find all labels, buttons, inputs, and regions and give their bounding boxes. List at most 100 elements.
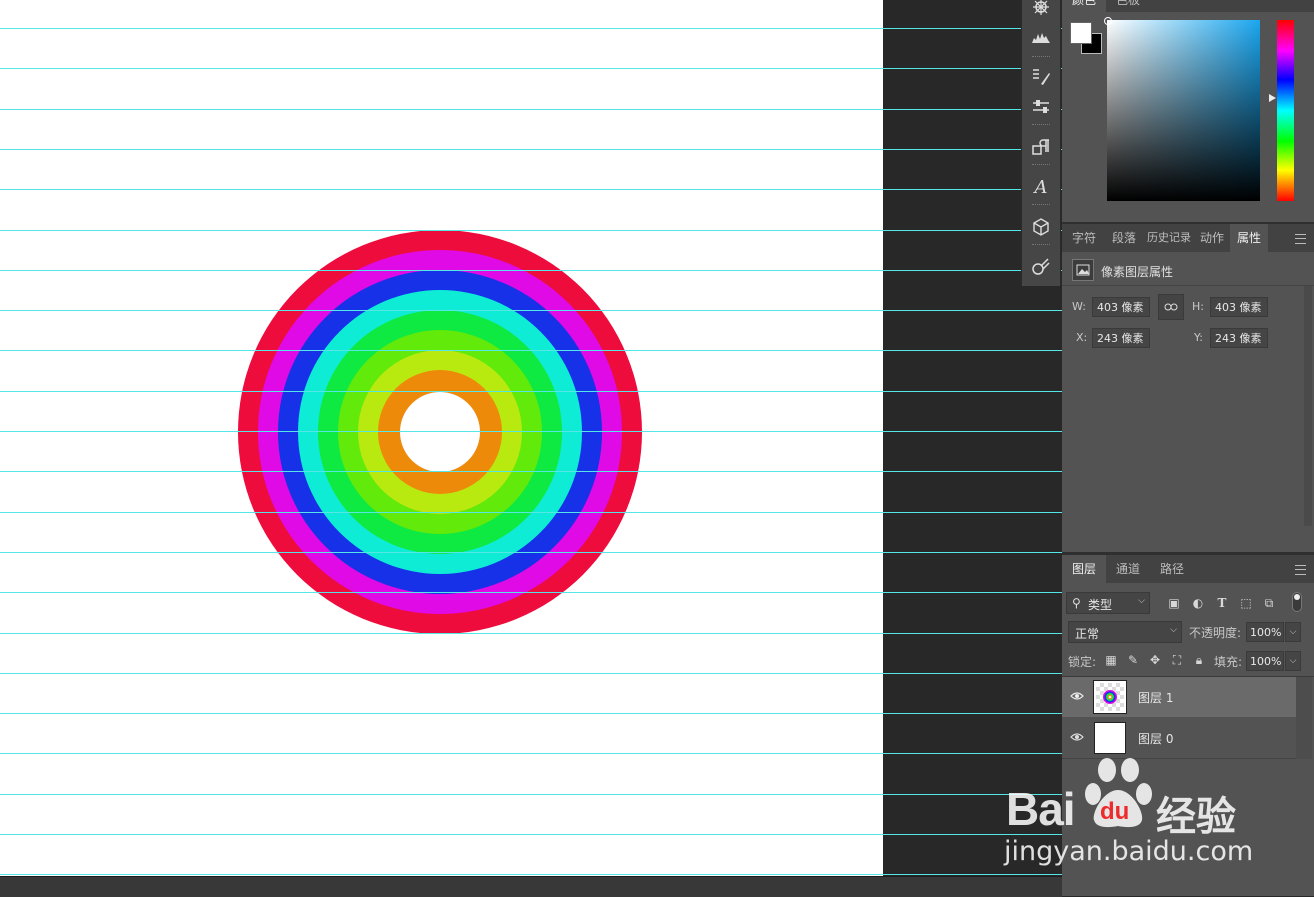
watermark-brand: 经验	[1156, 794, 1236, 840]
horizontal-guide[interactable]	[0, 108, 1062, 110]
horizontal-guide[interactable]	[0, 229, 1062, 231]
lock-label: 锁定:	[1068, 655, 1097, 669]
layer-thumbnail	[1094, 681, 1126, 713]
panel-menu-icon[interactable]	[1295, 234, 1306, 244]
horizontal-guide[interactable]	[0, 269, 1062, 271]
ring-center-hole	[400, 392, 480, 472]
chevron-down-icon: ⌵	[1170, 625, 1177, 635]
tab-swatches[interactable]: 色板	[1106, 0, 1150, 12]
tab-paths[interactable]: 路径	[1150, 555, 1194, 583]
horizontal-guide[interactable]	[0, 310, 1062, 312]
x-label: X:	[1076, 331, 1088, 344]
watermark-du: du	[1100, 798, 1130, 825]
horizontal-guide[interactable]	[0, 68, 1062, 70]
visibility-eye-icon[interactable]	[1070, 691, 1084, 701]
layer-filter-value: 类型	[1088, 598, 1113, 612]
shape-filter-icon[interactable]: ⬚	[1238, 595, 1254, 611]
color-picker-cursor[interactable]	[1104, 17, 1112, 25]
clone-source-icon[interactable]	[1022, 248, 1060, 286]
horizontal-guide[interactable]	[0, 350, 1062, 352]
width-label: W:	[1072, 300, 1086, 313]
horizontal-guide[interactable]	[0, 148, 1062, 150]
layers-panel-menu-icon[interactable]	[1295, 565, 1306, 575]
tab-character[interactable]: 字符	[1064, 224, 1104, 252]
layer-row[interactable]: 图层 0	[1062, 718, 1296, 758]
properties-panel-tabs: 字符 段落 历史记录 动作 属性	[1062, 224, 1314, 252]
horizontal-guide[interactable]	[0, 431, 1062, 432]
tab-paragraph[interactable]: 段落	[1104, 224, 1144, 252]
hue-slider[interactable]	[1277, 20, 1294, 201]
adjustment-filter-icon[interactable]: ◐	[1190, 595, 1206, 611]
horizontal-guide[interactable]	[0, 511, 1062, 513]
link-icon	[1164, 303, 1178, 311]
watermark-url: jingyan.baidu.com	[1004, 836, 1254, 867]
properties-title: 像素图层属性	[1101, 265, 1174, 279]
layer-thumbnail	[1094, 722, 1126, 754]
height-input[interactable]: 403 像素	[1210, 297, 1268, 317]
layer-filter-select[interactable]: ⚲ 类型 ⌵	[1066, 592, 1150, 614]
fill-label: 填充:	[1214, 655, 1243, 669]
search-icon: ⚲	[1072, 596, 1081, 610]
pixel-layer-icon	[1072, 259, 1094, 281]
properties-scrollbar[interactable]	[1304, 286, 1312, 526]
x-input[interactable]: 243 像素	[1092, 328, 1150, 348]
paragraph-styles-icon[interactable]	[1022, 128, 1060, 166]
tab-layers[interactable]: 图层	[1062, 555, 1106, 583]
tab-properties[interactable]: 属性	[1230, 224, 1268, 252]
lock-transparent-pixels-icon[interactable]: ▦	[1103, 652, 1119, 668]
fill-dropdown-button[interactable]: ⌵	[1285, 651, 1301, 671]
lock-position-icon[interactable]: ✥	[1147, 652, 1163, 668]
tab-actions[interactable]: 动作	[1196, 224, 1228, 252]
y-input[interactable]: 243 像素	[1210, 328, 1268, 348]
brush-settings-icon[interactable]	[1022, 88, 1060, 126]
opacity-label: 不透明度:	[1189, 626, 1242, 640]
visibility-eye-icon[interactable]	[1070, 732, 1084, 742]
blend-mode-select[interactable]: 正常 ⌵	[1068, 621, 1182, 643]
fill-input[interactable]: 100%	[1246, 651, 1284, 671]
baidu-watermark: Bai du 经验 jingyan.baidu.com	[1004, 756, 1304, 876]
color-field[interactable]	[1107, 20, 1260, 201]
horizontal-guide[interactable]	[0, 672, 1062, 674]
layer-row[interactable]: 图层 1	[1062, 677, 1296, 717]
horizontal-guide[interactable]	[0, 551, 1062, 553]
horizontal-guide[interactable]	[0, 390, 1062, 392]
collapsed-panel-strip: A	[1021, 0, 1061, 286]
tab-color[interactable]: 颜色	[1062, 0, 1106, 12]
layer-name[interactable]: 图层 1	[1138, 689, 1173, 706]
horizontal-guide[interactable]	[0, 28, 1062, 29]
layers-panel-tabs: 图层 通道 路径	[1062, 555, 1314, 583]
lock-all-icon[interactable]: 🔒︎	[1191, 652, 1207, 668]
color-panel-tabs: 颜色 色板	[1062, 0, 1314, 12]
smart-object-filter-icon[interactable]: ⧉	[1261, 595, 1277, 611]
tab-history[interactable]: 历史记录	[1144, 224, 1194, 252]
horizontal-guide[interactable]	[0, 632, 1062, 634]
3d-icon[interactable]	[1022, 208, 1060, 246]
character-styles-icon[interactable]: A	[1022, 168, 1060, 206]
horizontal-guide[interactable]	[0, 834, 1062, 835]
blend-mode-value: 正常	[1075, 627, 1100, 641]
link-dimensions-button[interactable]	[1158, 294, 1184, 320]
horizontal-guide[interactable]	[0, 713, 1062, 715]
opacity-input[interactable]: 100%	[1246, 622, 1284, 642]
horizontal-guide[interactable]	[0, 471, 1062, 473]
lock-artboard-icon[interactable]: ⛶	[1169, 652, 1185, 668]
watermark-bai: Bai	[1006, 783, 1076, 835]
rainbow-rings-artwork	[238, 230, 642, 634]
type-filter-icon[interactable]: T	[1214, 595, 1230, 611]
horizontal-guide[interactable]	[0, 189, 1062, 191]
height-label: H:	[1192, 300, 1204, 313]
hue-slider-handle[interactable]	[1269, 94, 1276, 102]
pixel-filter-icon[interactable]: ▣	[1166, 595, 1182, 611]
layer-name[interactable]: 图层 0	[1138, 730, 1173, 747]
width-input[interactable]: 403 像素	[1092, 297, 1150, 317]
canvas-area[interactable]	[0, 0, 1062, 876]
horizontal-guide[interactable]	[0, 793, 1062, 795]
layers-scrollbar[interactable]	[1296, 677, 1312, 759]
horizontal-guide[interactable]	[0, 592, 1062, 594]
tab-channels[interactable]: 通道	[1106, 555, 1150, 583]
horizontal-guide[interactable]	[0, 753, 1062, 755]
filter-toggle[interactable]	[1292, 592, 1302, 612]
histogram-icon[interactable]	[1022, 18, 1060, 56]
opacity-dropdown-button[interactable]: ⌵	[1285, 622, 1301, 642]
lock-image-pixels-icon[interactable]: ✎	[1125, 652, 1141, 668]
